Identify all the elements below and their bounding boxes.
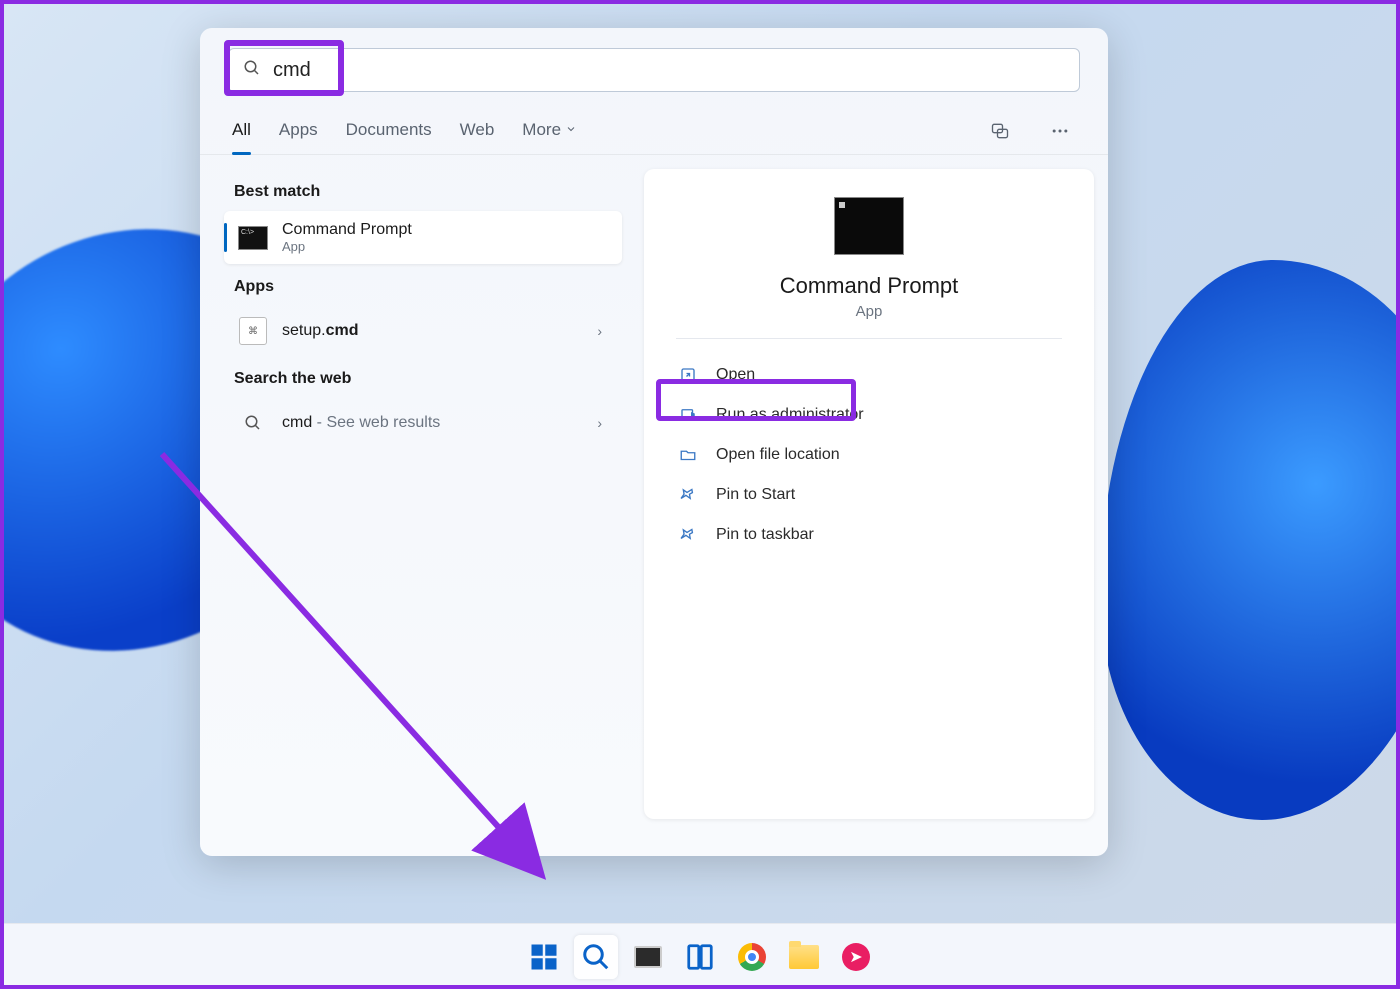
chevron-right-icon: › — [597, 323, 608, 339]
more-options-icon[interactable] — [1044, 115, 1076, 152]
taskbar-search-button[interactable] — [574, 935, 618, 979]
taskbar-chrome[interactable] — [730, 935, 774, 979]
action-run-as-administrator[interactable]: Run as administrator — [668, 397, 1070, 433]
start-search-panel: All Apps Documents Web More Best match C… — [200, 28, 1108, 856]
feedback-icon[interactable] — [984, 115, 1016, 152]
task-view-icon — [634, 946, 662, 968]
action-pin-to-taskbar[interactable]: Pin to taskbar — [668, 517, 1070, 553]
action-open-file-location[interactable]: Open file location — [668, 437, 1070, 473]
action-open[interactable]: Open — [668, 357, 1070, 393]
start-button[interactable] — [522, 935, 566, 979]
section-apps: Apps — [224, 264, 622, 306]
cmd-file-icon: ⌘ — [239, 317, 267, 345]
section-search-web: Search the web — [224, 356, 622, 398]
preview-app-icon — [834, 197, 904, 255]
result-title: Command Prompt — [282, 221, 608, 239]
search-input[interactable] — [273, 59, 1065, 82]
search-icon — [238, 408, 268, 438]
pin-icon — [678, 525, 698, 545]
taskbar-file-explorer[interactable] — [782, 935, 826, 979]
preview-subtitle: App — [856, 303, 883, 320]
result-subtitle: App — [282, 239, 608, 254]
pin-icon — [678, 485, 698, 505]
action-label: Pin to Start — [716, 486, 795, 504]
results-column: Best match Command Prompt App Apps ⌘ set… — [214, 169, 632, 819]
search-icon — [243, 59, 261, 82]
taskbar-app-pink[interactable]: ➤ — [834, 935, 878, 979]
open-icon — [678, 365, 698, 385]
folder-icon — [789, 945, 819, 969]
action-label: Pin to taskbar — [716, 526, 814, 544]
search-bar[interactable] — [228, 48, 1080, 92]
shield-icon — [678, 405, 698, 425]
action-label: Open file location — [716, 446, 840, 464]
action-label: Open — [716, 366, 755, 384]
chevron-down-icon — [565, 120, 577, 140]
tab-more[interactable]: More — [522, 112, 577, 154]
action-label: Run as administrator — [716, 406, 864, 424]
lips-icon: ➤ — [842, 943, 870, 971]
result-title: setup.cmd — [282, 322, 583, 340]
section-best-match: Best match — [224, 169, 622, 211]
search-tabs: All Apps Documents Web More — [200, 102, 1108, 155]
tab-apps[interactable]: Apps — [279, 112, 318, 154]
preview-pane: Command Prompt App Open Run as administr… — [644, 169, 1094, 819]
taskbar: ➤ — [0, 923, 1400, 989]
preview-title: Command Prompt — [780, 273, 959, 299]
result-setup-cmd[interactable]: ⌘ setup.cmd › — [224, 306, 622, 356]
taskbar-widgets[interactable] — [678, 935, 722, 979]
taskbar-task-view[interactable] — [626, 935, 670, 979]
command-prompt-icon — [238, 226, 268, 250]
result-web-cmd[interactable]: cmd - See web results › — [224, 398, 622, 448]
chrome-icon — [738, 943, 766, 971]
result-command-prompt[interactable]: Command Prompt App — [224, 211, 622, 264]
tab-documents[interactable]: Documents — [346, 112, 432, 154]
action-pin-to-start[interactable]: Pin to Start — [668, 477, 1070, 513]
tab-more-label: More — [522, 120, 561, 140]
result-title: cmd - See web results — [282, 414, 583, 432]
chevron-right-icon: › — [597, 415, 608, 431]
tab-all[interactable]: All — [232, 112, 251, 154]
tab-web[interactable]: Web — [460, 112, 495, 154]
folder-icon — [678, 445, 698, 465]
